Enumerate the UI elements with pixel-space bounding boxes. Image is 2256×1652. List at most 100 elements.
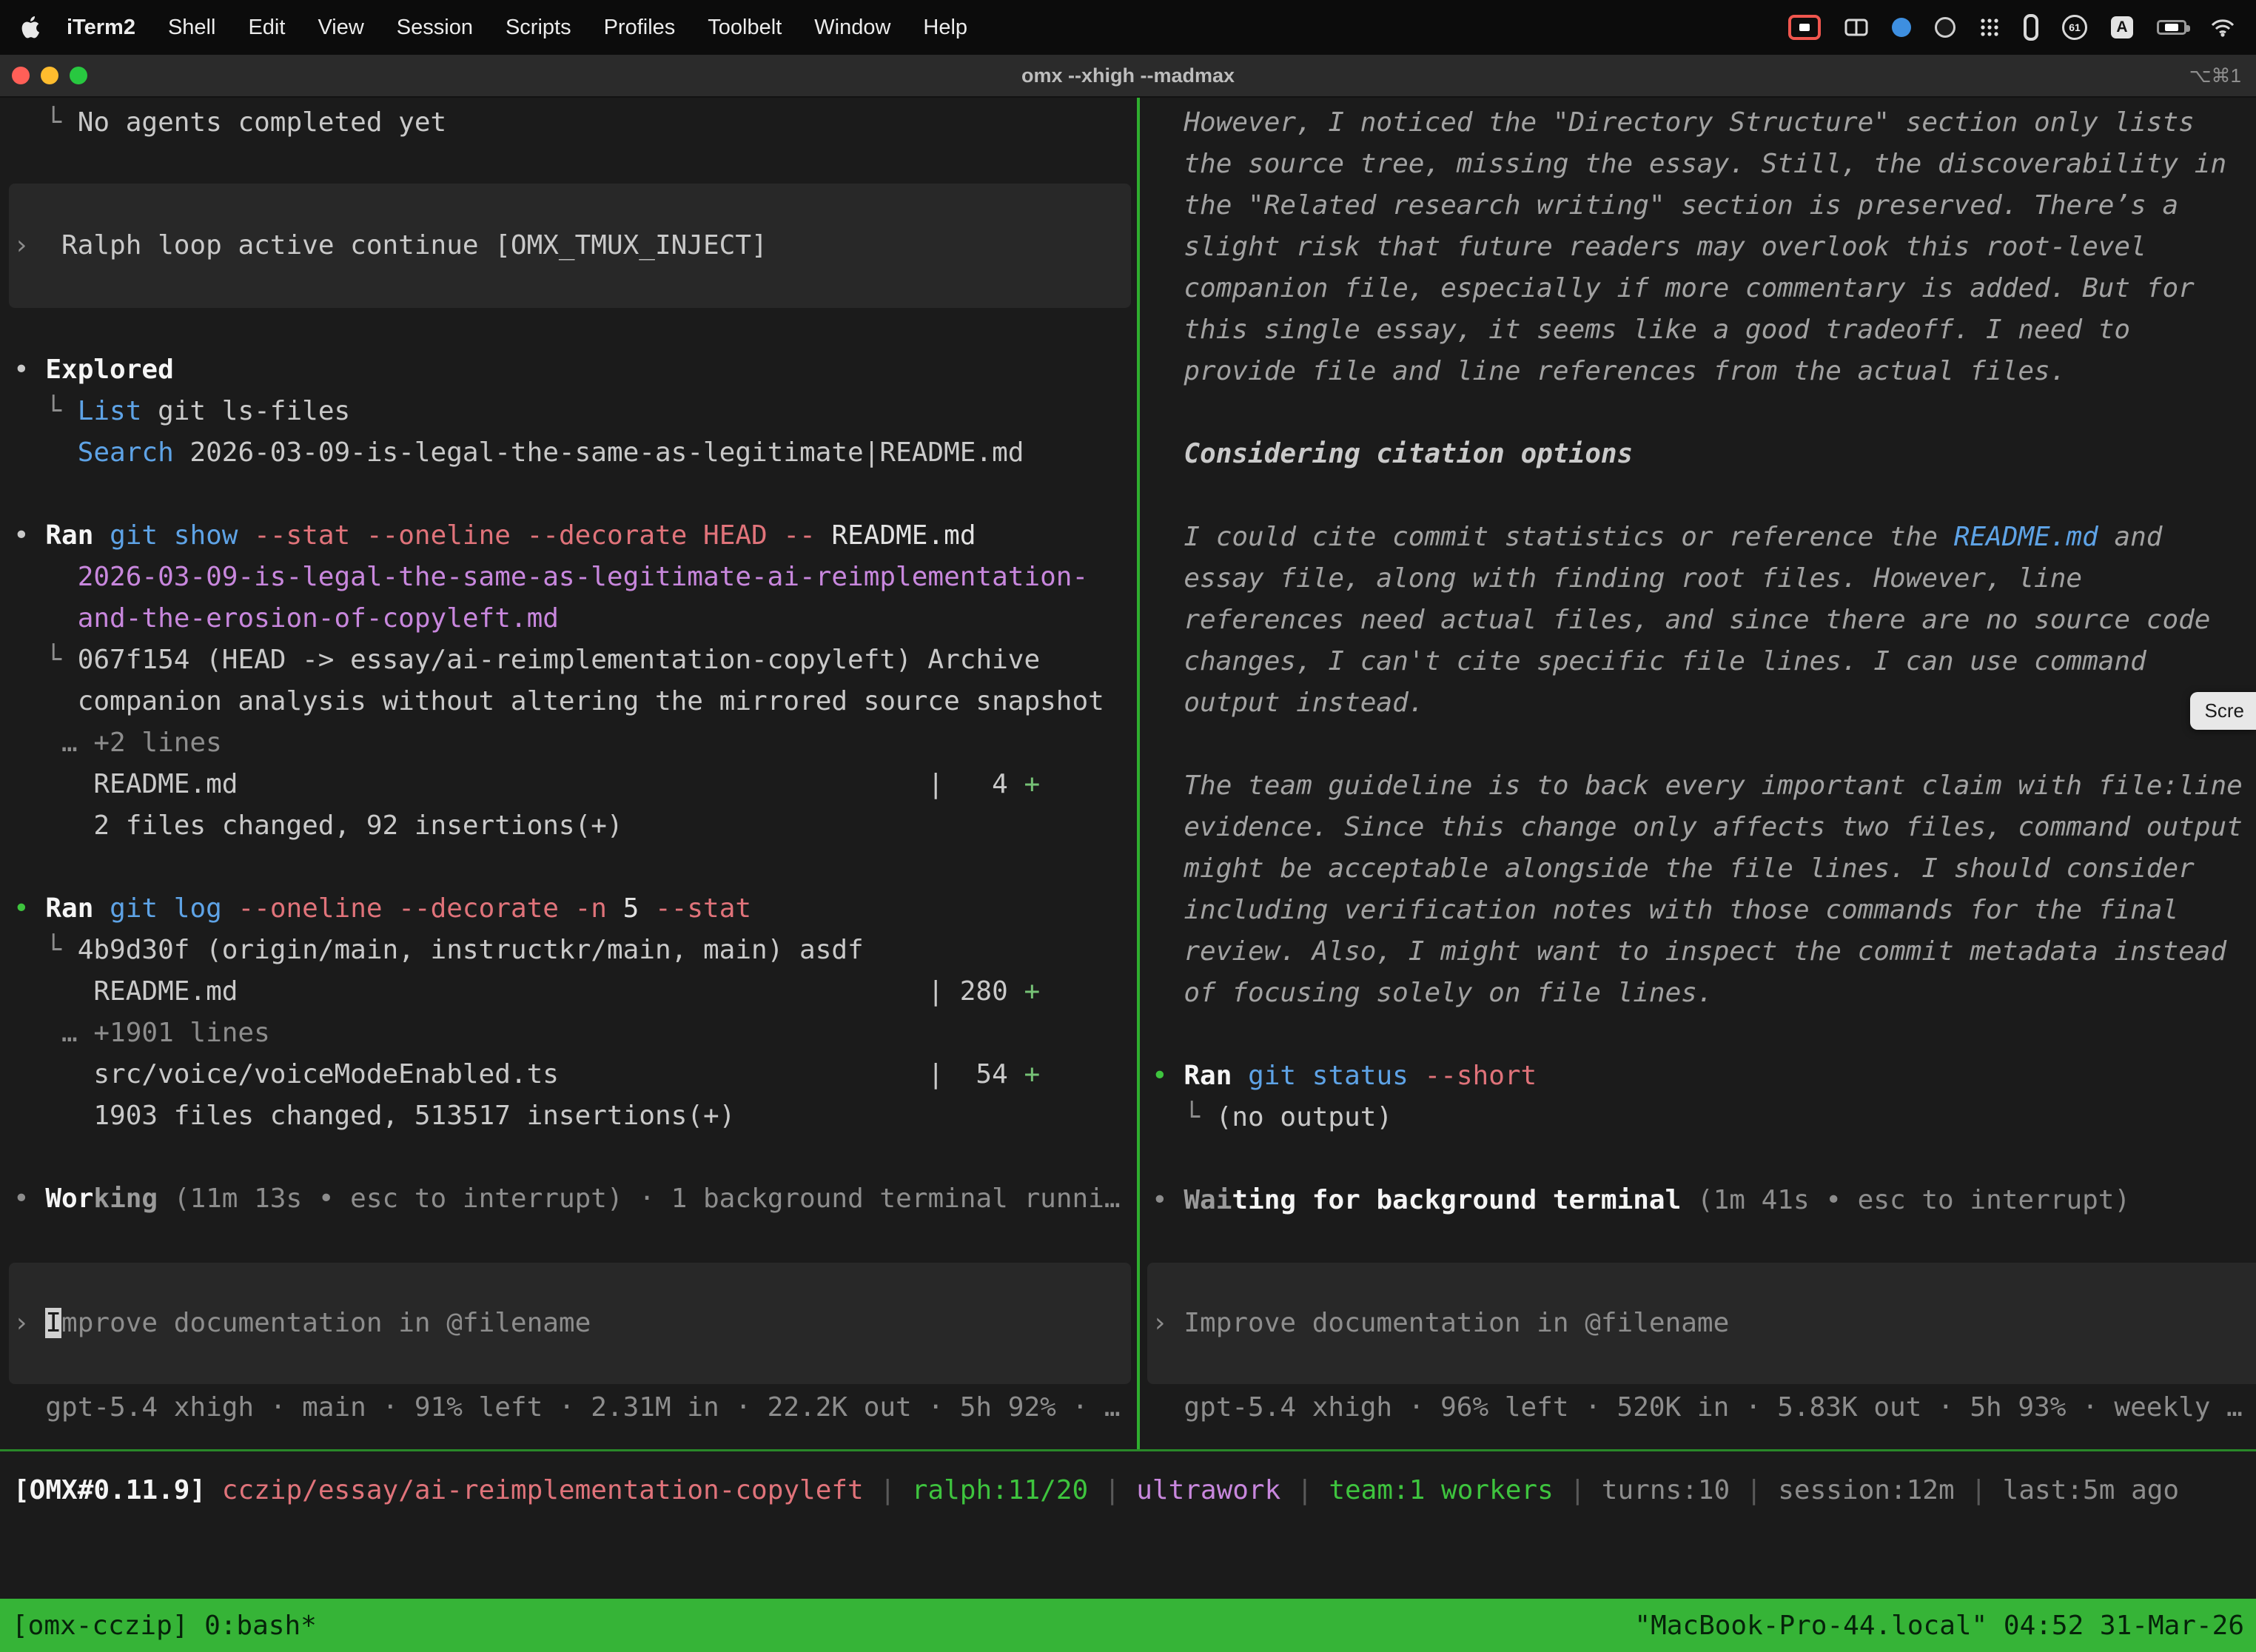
menu-item-shell[interactable]: Shell (152, 16, 232, 40)
tmux-pane-right[interactable]: However, I noticed the "Directory Struct… (1140, 98, 2256, 1449)
terminal-line: The team guideline is to back every impo… (1140, 765, 2256, 807)
menu-item-window[interactable]: Window (798, 16, 907, 40)
battery-icon[interactable] (2157, 20, 2186, 35)
terminal[interactable]: └ No agents completed yet › Ralph loop a… (0, 98, 2256, 1599)
terminal-line: • Ran git log --oneline --decorate -n 5 … (0, 888, 1137, 930)
prompt-input-left[interactable]: › Improve documentation in @filename (9, 1263, 1131, 1384)
terminal-line: 1903 files changed, 513517 insertions(+) (0, 1095, 1137, 1137)
terminal-line: this single essay, it seems like a good … (1140, 309, 2256, 351)
screen-recording-indicator[interactable] (1788, 15, 1821, 40)
screen-share-tooltip[interactable]: Scre (2190, 692, 2256, 730)
tmux-host-clock: "MacBook-Pro-44.local" 04:52 31-Mar-26 (1634, 1611, 2244, 1641)
terminal-output-left: • Explored └ List git ls-files Search 20… (0, 349, 1137, 1220)
terminal-line: gpt-5.4 xhigh · main · 91% left · 2.31M … (0, 1387, 1137, 1428)
terminal-line: └ List git ls-files (0, 391, 1137, 432)
screen-recording-inner (1799, 24, 1810, 31)
terminal-line: 2 files changed, 92 insertions(+) (0, 805, 1137, 847)
terminal-line: › Improve documentation in @filename (1147, 1303, 1729, 1344)
terminal-line (1140, 1014, 2256, 1055)
terminal-line (0, 847, 1137, 888)
ralph-loop-text: › Ralph loop active continue [OMX_TMUX_I… (9, 225, 768, 266)
terminal-line: evidence. Since this change only affects… (1140, 807, 2256, 848)
prompt-input-right[interactable]: › Improve documentation in @filename (1147, 1263, 2256, 1384)
close-button[interactable] (12, 67, 30, 84)
window-layout-icon[interactable] (1844, 19, 1868, 36)
pane-bottom-border (0, 1449, 2256, 1451)
terminal-line: └ 067f154 (HEAD -> essay/ai-reimplementa… (0, 639, 1137, 681)
terminal-line: output instead. (1140, 682, 2256, 724)
prompt-text-left: › Improve documentation in @filename (9, 1303, 591, 1344)
zoom-button[interactable] (70, 67, 87, 84)
terminal-line: … +1901 lines (0, 1013, 1137, 1054)
menu-item-help[interactable]: Help (907, 16, 984, 40)
terminal-line: … +2 lines (0, 722, 1137, 764)
minimize-button[interactable] (41, 67, 58, 84)
terminal-line: • Ran git show --stat --oneline --decora… (0, 515, 1137, 557)
screen: iTerm2 Shell Edit View Session Scripts P… (0, 0, 2256, 1652)
terminal-line (1140, 392, 2256, 434)
omx-status-bar: [OMX#0.11.9] cczip/essay/ai-reimplementa… (0, 1470, 2256, 1511)
terminal-line: › Ralph loop active continue [OMX_TMUX_I… (9, 225, 768, 266)
menu-item-scripts[interactable]: Scripts (489, 16, 588, 40)
menu-bar-status-icons: 61 A (1788, 14, 2235, 41)
terminal-line: including verification notes with those … (1140, 890, 2256, 931)
terminal-line: └ 4b9d30f (origin/main, instructkr/main,… (0, 930, 1137, 971)
terminal-line (1140, 475, 2256, 517)
terminal-line: • Working (11m 13s • esc to interrupt) ·… (0, 1178, 1137, 1220)
terminal-line: However, I noticed the "Directory Struct… (1140, 102, 2256, 144)
terminal-output-right: However, I noticed the "Directory Struct… (1140, 102, 2256, 1221)
model-status-left: gpt-5.4 xhigh · main · 91% left · 2.31M … (0, 1387, 1137, 1428)
terminal-line: the "Related research writing" section i… (1140, 185, 2256, 226)
terminal-line: └ (no output) (1140, 1097, 2256, 1138)
battery-gauge-icon[interactable]: 61 (2062, 15, 2087, 40)
key-icon[interactable] (2024, 14, 2038, 41)
terminal-line: src/voice/voiceModeEnabled.ts | 54 + (0, 1054, 1137, 1095)
terminal-line: review. Also, I might want to inspect th… (1140, 931, 2256, 973)
app-grid-icon[interactable] (1979, 17, 2000, 38)
menu-item-view[interactable]: View (301, 16, 380, 40)
input-source-icon[interactable]: A (2111, 16, 2133, 38)
terminal-line: companion analysis without altering the … (0, 681, 1137, 722)
battery-fill (2165, 24, 2178, 31)
dark-app-icon[interactable] (1935, 17, 1955, 38)
menu-item-profiles[interactable]: Profiles (588, 16, 692, 40)
terminal-line: › Improve documentation in @filename (9, 1303, 591, 1344)
terminal-line: changes, I can't cite specific file line… (1140, 641, 2256, 682)
window-title-bar[interactable]: omx --xhigh --madmax ⌥⌘1 (0, 55, 2256, 98)
battery-nub (2186, 25, 2190, 32)
ralph-loop-banner: › Ralph loop active continue [OMX_TMUX_I… (9, 184, 1131, 308)
terminal-line: Search 2026-03-09-is-legal-the-same-as-l… (0, 432, 1137, 474)
terminal-line: the source tree, missing the essay. Stil… (1140, 144, 2256, 185)
terminal-line: gpt-5.4 xhigh · 96% left · 520K in · 5.8… (1140, 1387, 2256, 1428)
terminal-line (0, 474, 1137, 515)
terminal-line: references need actual files, and since … (1140, 600, 2256, 641)
traffic-lights (0, 67, 87, 84)
terminal-line: └ No agents completed yet (0, 102, 1137, 144)
terminal-line (0, 1137, 1137, 1178)
terminal-line: 2026-03-09-is-legal-the-same-as-legitima… (0, 557, 1137, 598)
menu-item-session[interactable]: Session (380, 16, 489, 40)
menu-item-edit[interactable]: Edit (232, 16, 301, 40)
tmux-session-label: [omx-cczip] 0:bash* (12, 1611, 317, 1641)
terminal-line: README.md | 280 + (0, 971, 1137, 1013)
wifi-icon[interactable] (2210, 18, 2235, 37)
tmux-pane-left[interactable]: └ No agents completed yet › Ralph loop a… (0, 98, 1137, 1449)
window-shortcut-badge: ⌥⌘1 (2189, 64, 2241, 87)
terminal-line: • Ran git status --short (1140, 1055, 2256, 1097)
terminal-line: I could cite commit statistics or refere… (1140, 517, 2256, 558)
terminal-line: Considering citation options (1140, 434, 2256, 475)
terminal-line: [OMX#0.11.9] cczip/essay/ai-reimplementa… (0, 1470, 2256, 1511)
menu-item-toolbelt[interactable]: Toolbelt (691, 16, 798, 40)
terminal-line: provide file and line references from th… (1140, 351, 2256, 392)
blue-app-icon[interactable] (1892, 18, 1911, 37)
terminal-line: might be acceptable alongside the file l… (1140, 848, 2256, 890)
terminal-line: companion file, especially if more comme… (1140, 268, 2256, 309)
terminal-line: of focusing solely on file lines. (1140, 973, 2256, 1014)
terminal-line (1140, 724, 2256, 765)
apple-menu-icon[interactable] (21, 16, 40, 38)
menu-item-iterm2[interactable]: iTerm2 (50, 16, 152, 40)
window-title: omx --xhigh --madmax (0, 64, 2256, 87)
menu-bar: iTerm2 Shell Edit View Session Scripts P… (0, 0, 2256, 55)
terminal-line (1140, 1138, 2256, 1180)
model-status-right: gpt-5.4 xhigh · 96% left · 520K in · 5.8… (1140, 1387, 2256, 1428)
